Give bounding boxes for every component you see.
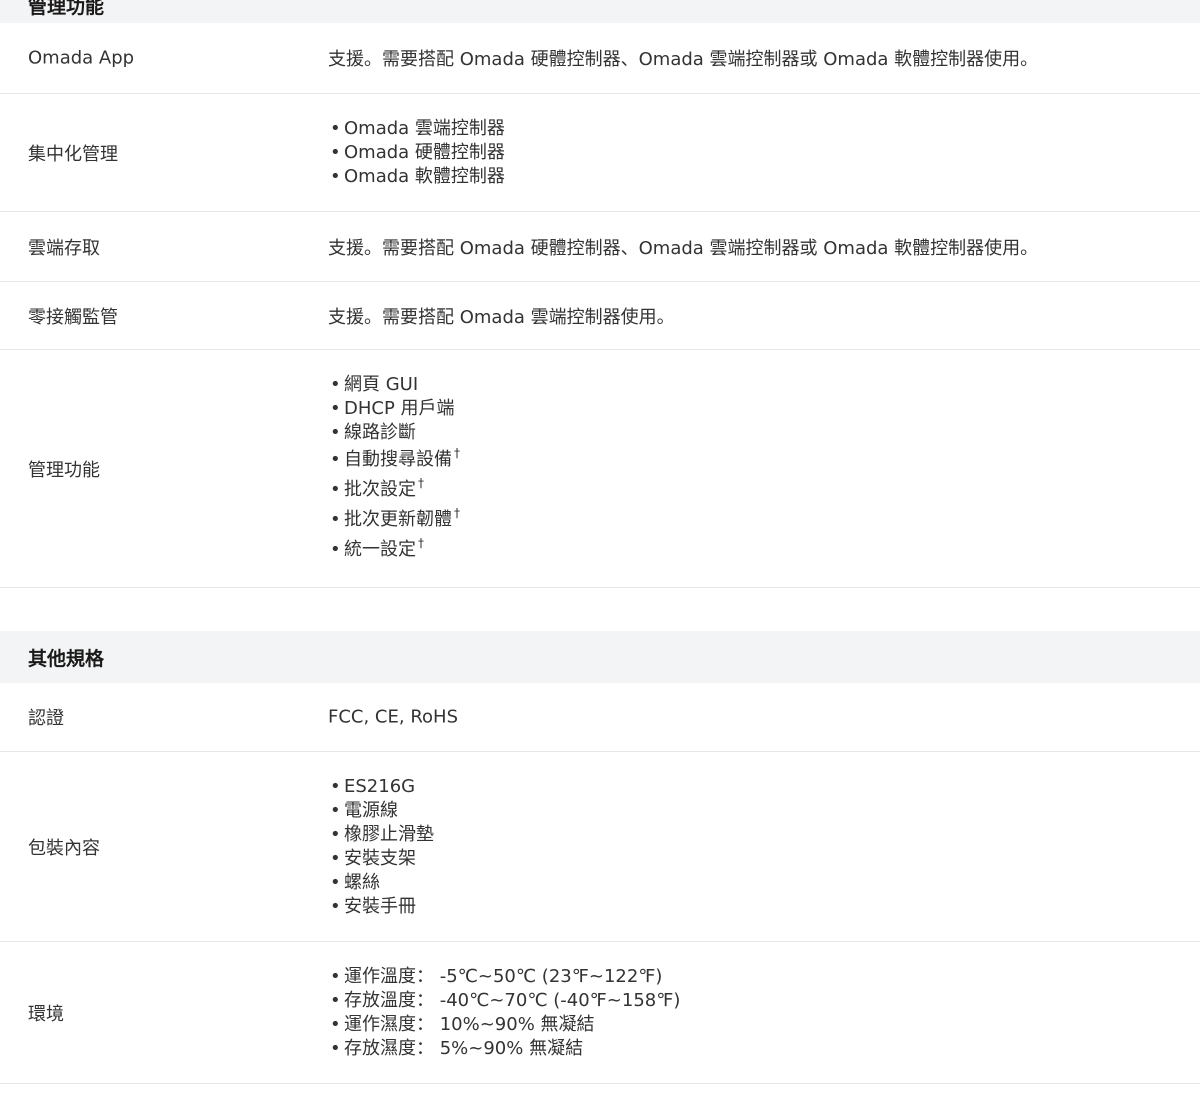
spec-label: Omada App: [28, 47, 135, 69]
list-item: ES216G: [328, 775, 1188, 799]
spec-value: FCC, CE, RoHS: [328, 706, 458, 728]
spec-row-omada-app: Omada App 支援。需要搭配 Omada 硬體控制器、Omada 雲端控制…: [0, 23, 1200, 94]
list-item: 存放濕度： 5%~90% 無凝結: [328, 1037, 1188, 1061]
list-item: Omada 雲端控制器: [328, 117, 1188, 141]
footnote-mark: †: [454, 445, 460, 460]
list-item: 批次設定†: [328, 475, 1188, 505]
spec-row-central-management: 集中化管理 Omada 雲端控制器 Omada 硬體控制器 Omada 軟體控制…: [0, 94, 1200, 212]
spec-row-environment: 環境 運作溫度： -5℃~50℃ (23℉~122℉) 存放溫度： -40℃~7…: [0, 942, 1200, 1084]
section-header-management: 管理功能: [0, 0, 1200, 23]
spec-value-list: ES216G 電源線 橡膠止滑墊 安裝支架 螺絲 安裝手冊: [328, 775, 1188, 919]
list-item: 網頁 GUI: [328, 373, 1188, 397]
list-item: 運作溫度： -5℃~50℃ (23℉~122℉): [328, 965, 1188, 989]
spec-value: 支援。需要搭配 Omada 硬體控制器、Omada 雲端控制器或 Omada 軟…: [328, 49, 1039, 70]
list-item: 安裝手冊: [328, 895, 1188, 919]
spec-row-certification: 認證 FCC, CE, RoHS: [0, 683, 1200, 752]
spec-value: 支援。需要搭配 Omada 雲端控制器使用。: [328, 306, 675, 328]
spec-value-list: 運作溫度： -5℃~50℃ (23℉~122℉) 存放溫度： -40℃~70℃ …: [328, 965, 1188, 1061]
footnote-mark: †: [454, 505, 460, 520]
section-header-other-specs: 其他規格: [0, 631, 1200, 683]
list-item: Omada 硬體控制器: [328, 141, 1188, 165]
list-item: 安裝支架: [328, 847, 1188, 871]
spec-row-zero-touch: 零接觸監管 支援。需要搭配 Omada 雲端控制器使用。: [0, 282, 1200, 350]
spec-label: 零接觸監管: [28, 306, 118, 328]
spec-label: 雲端存取: [28, 237, 100, 259]
spec-label: 包裝內容: [28, 837, 100, 859]
list-item: 螺絲: [328, 871, 1188, 895]
spec-label: 認證: [28, 708, 64, 729]
spec-value-list: Omada 雲端控制器 Omada 硬體控制器 Omada 軟體控制器: [328, 117, 1188, 189]
spec-row-management-features: 管理功能 網頁 GUI DHCP 用戶端 線路診斷 自動搜尋設備† 批次設定† …: [0, 350, 1200, 588]
spec-label: 管理功能: [28, 459, 100, 481]
spec-row-package-contents: 包裝內容 ES216G 電源線 橡膠止滑墊 安裝支架 螺絲 安裝手冊: [0, 752, 1200, 942]
spec-row-cloud-access: 雲端存取 支援。需要搭配 Omada 硬體控制器、Omada 雲端控制器或 Om…: [0, 212, 1200, 282]
list-item: 批次更新韌體†: [328, 505, 1188, 535]
spec-page: 管理功能 Omada App 支援。需要搭配 Omada 硬體控制器、Omada…: [0, 0, 1200, 1116]
list-item: 橡膠止滑墊: [328, 823, 1188, 847]
list-item: DHCP 用戶端: [328, 397, 1188, 421]
spec-label: 集中化管理: [28, 143, 118, 165]
list-item: 線路診斷: [328, 421, 1188, 445]
list-item: 電源線: [328, 799, 1188, 823]
section-title: 其他規格: [28, 648, 105, 670]
list-item: 存放溫度： -40℃~70℃ (-40℉~158℉): [328, 989, 1188, 1013]
spec-value-list: 網頁 GUI DHCP 用戶端 線路診斷 自動搜尋設備† 批次設定† 批次更新韌…: [328, 373, 1188, 565]
footnote-mark: †: [418, 475, 424, 490]
spec-value: 支援。需要搭配 Omada 硬體控制器、Omada 雲端控制器或 Omada 軟…: [328, 237, 1039, 259]
list-item: Omada 軟體控制器: [328, 165, 1188, 189]
list-item: 統一設定†: [328, 535, 1188, 565]
spec-label: 環境: [28, 1003, 64, 1025]
section-title: 管理功能: [28, 0, 105, 18]
list-item: 運作濕度： 10%~90% 無凝結: [328, 1013, 1188, 1037]
list-item: 自動搜尋設備†: [328, 445, 1188, 475]
footnote-mark: †: [418, 535, 424, 550]
